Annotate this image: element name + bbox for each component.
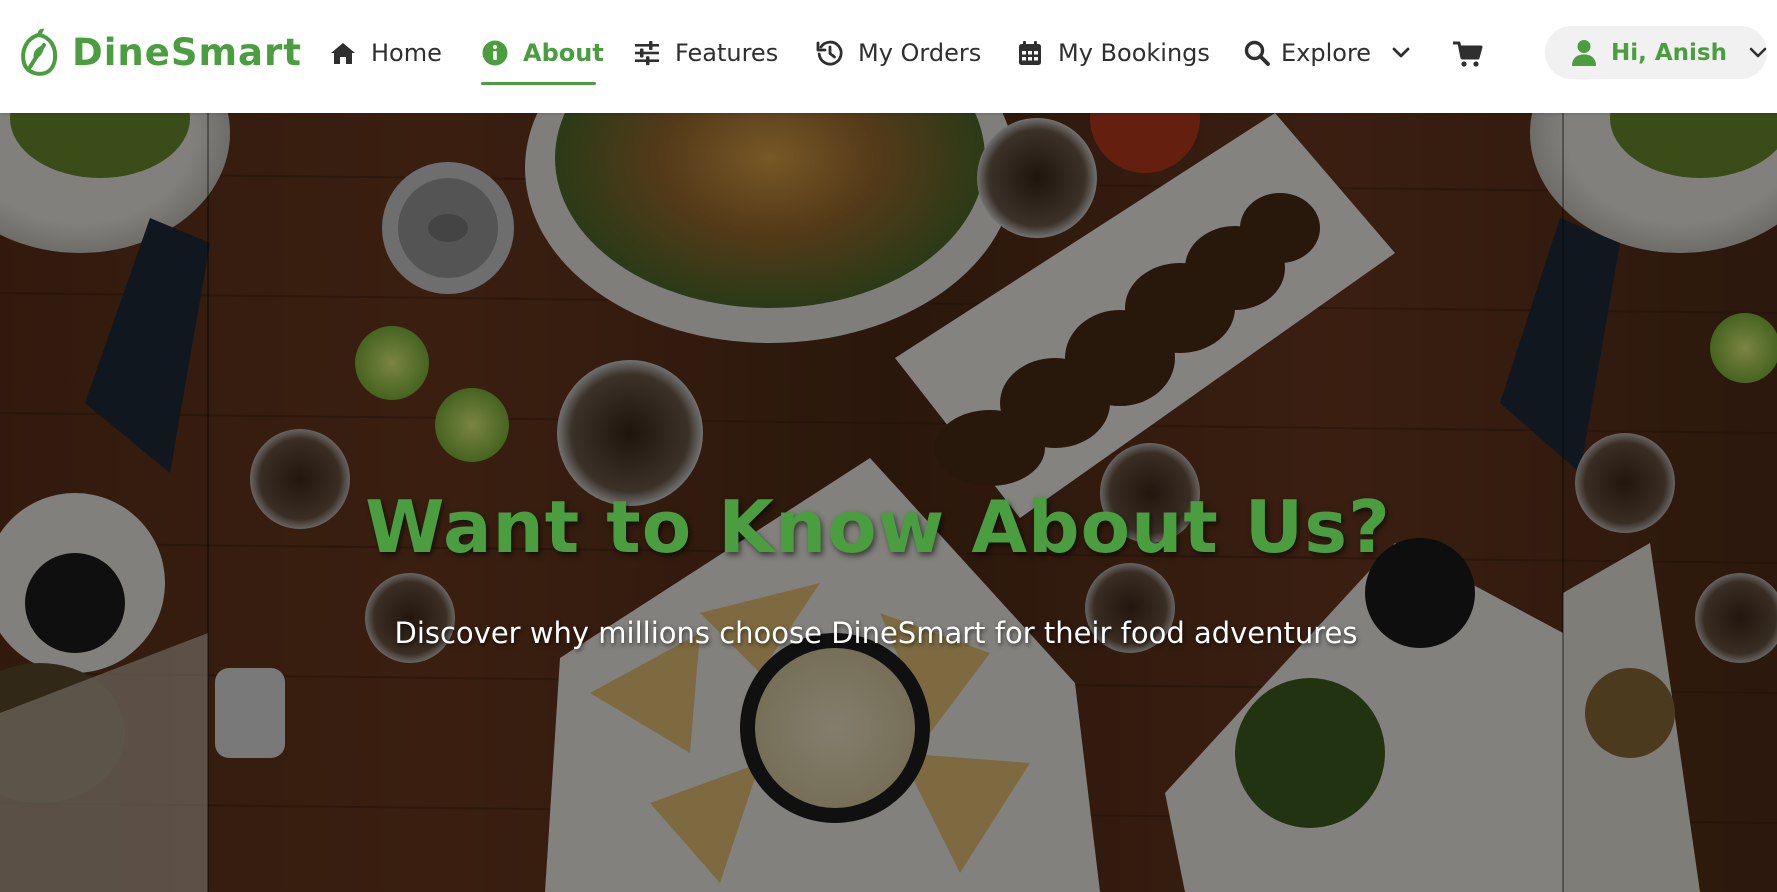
brand-link[interactable]: DineSmart: [18, 27, 302, 77]
search-icon: [1244, 40, 1270, 66]
nav-features[interactable]: Features: [633, 33, 778, 73]
nav-my-orders[interactable]: My Orders: [816, 33, 981, 73]
nav-about-label: About: [523, 39, 604, 67]
hero-subtitle: Discover why millions choose DineSmart f…: [394, 616, 1358, 650]
nav-active-indicator: [481, 82, 596, 85]
brand-name: DineSmart: [72, 30, 302, 74]
user-menu-button[interactable]: Hi, Anish: [1545, 26, 1767, 79]
nav-about[interactable]: About: [481, 33, 604, 73]
user-greeting: Hi, Anish: [1611, 39, 1727, 66]
user-icon: [1572, 39, 1596, 66]
home-icon: [331, 43, 355, 64]
info-circle-icon: [482, 40, 508, 66]
history-icon: [816, 40, 843, 66]
cart-button[interactable]: [1452, 40, 1483, 68]
nav-home-label: Home: [371, 39, 442, 67]
about-hero-section: Want to Know About Us? Discover why mill…: [0, 113, 1777, 892]
chevron-down-icon: [1392, 47, 1410, 58]
calendar-icon: [1019, 41, 1041, 65]
nav-features-label: Features: [675, 39, 779, 67]
top-navbar: DineSmart Home About Features My Orders …: [0, 0, 1777, 113]
nav-home[interactable]: Home: [329, 33, 442, 73]
sliders-icon: [635, 41, 659, 66]
leaf-fork-logo-icon: [21, 28, 58, 76]
hero-title: Want to Know About Us?: [365, 485, 1391, 569]
nav-explore-label: Explore: [1281, 39, 1372, 67]
cart-icon: [1452, 41, 1483, 67]
nav-my-bookings[interactable]: My Bookings: [1016, 33, 1210, 73]
chevron-down-icon: [1749, 47, 1767, 57]
nav-my-bookings-label: My Bookings: [1058, 39, 1210, 67]
nav-explore-dropdown[interactable]: Explore: [1243, 33, 1411, 73]
nav-my-orders-label: My Orders: [858, 39, 982, 67]
